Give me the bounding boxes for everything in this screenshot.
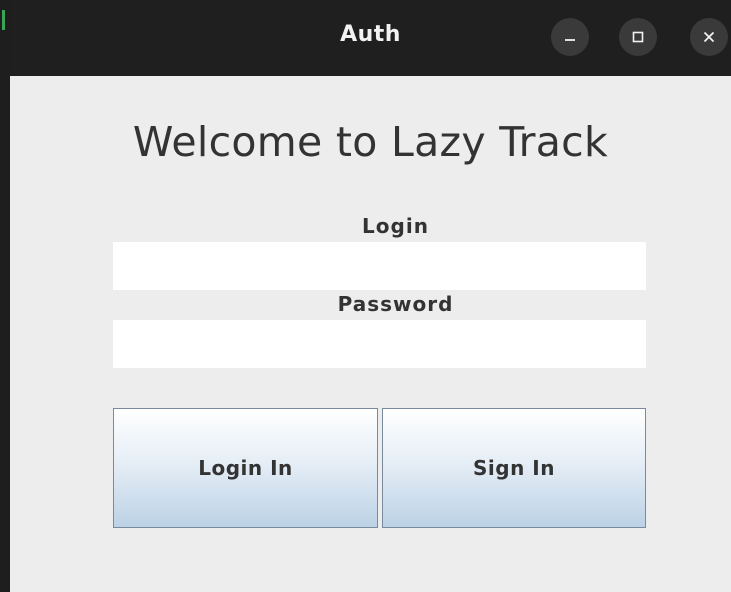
title-bar[interactable]: Auth xyxy=(10,0,731,76)
login-in-button[interactable]: Login In xyxy=(113,408,378,528)
minimize-icon xyxy=(565,39,575,41)
password-label: Password xyxy=(337,292,454,316)
sign-in-button[interactable]: Sign In xyxy=(382,408,646,528)
login-label: Login xyxy=(362,214,429,238)
welcome-heading: Welcome to Lazy Track xyxy=(132,118,609,166)
maximize-icon xyxy=(632,31,644,43)
left-edge-accent xyxy=(2,10,5,30)
close-button[interactable] xyxy=(690,18,728,56)
auth-form-panel: Welcome to Lazy Track Login Password Log… xyxy=(10,76,731,592)
password-input[interactable] xyxy=(113,320,646,368)
login-input[interactable] xyxy=(113,242,646,290)
minimize-button[interactable] xyxy=(551,18,589,56)
window-left-edge xyxy=(0,0,10,592)
close-icon xyxy=(703,31,715,43)
desktop: Auth Welcome to Lazy Track Login Passwor… xyxy=(0,0,731,592)
maximize-button[interactable] xyxy=(619,18,657,56)
